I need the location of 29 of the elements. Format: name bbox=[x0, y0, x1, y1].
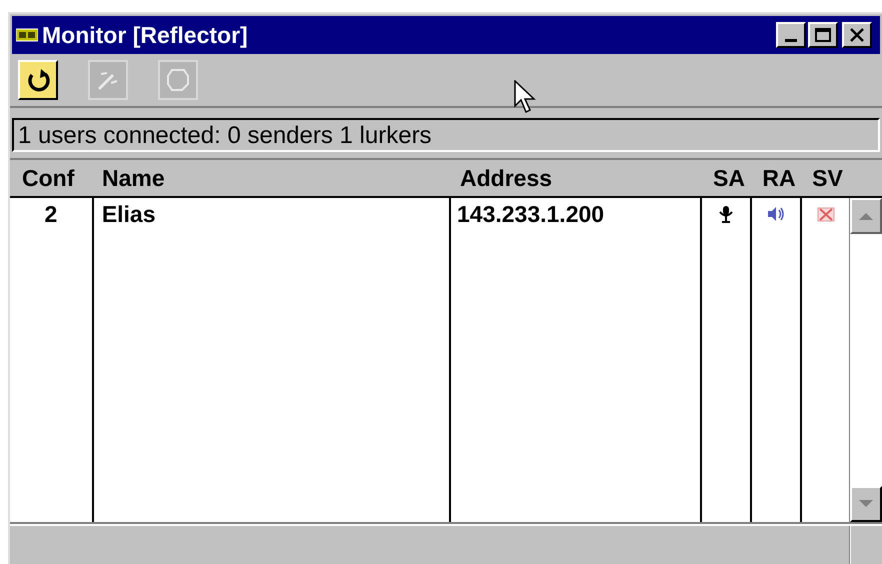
table-cell-text: Elias bbox=[100, 200, 157, 229]
minimize-button[interactable] bbox=[776, 22, 806, 48]
cursor-icon bbox=[514, 80, 538, 114]
minimize-icon bbox=[785, 39, 797, 42]
refresh-button[interactable] bbox=[18, 60, 58, 100]
octagon-icon bbox=[165, 67, 191, 93]
maximize-button[interactable] bbox=[808, 22, 838, 48]
scrollbar[interactable] bbox=[849, 198, 882, 522]
column-header[interactable]: RA bbox=[754, 160, 804, 196]
table-cell-text: 143.233.1.200 bbox=[456, 200, 606, 229]
column-header[interactable]: Conf bbox=[10, 160, 94, 196]
column-header[interactable]: SA bbox=[704, 160, 754, 196]
window-title: Monitor [Reflector] bbox=[42, 20, 249, 50]
close-icon bbox=[850, 28, 864, 42]
connection-status: 1 users connected: 0 senders 1 lurkers bbox=[12, 118, 880, 152]
camera-off-icon bbox=[816, 205, 836, 223]
column-header[interactable]: Name bbox=[94, 160, 452, 196]
up-arrow-icon bbox=[859, 212, 874, 220]
close-button[interactable] bbox=[842, 22, 872, 48]
maximize-icon bbox=[815, 28, 831, 42]
column-header[interactable]: SV bbox=[804, 160, 851, 196]
scroll-up-button[interactable] bbox=[850, 198, 882, 234]
down-arrow-icon bbox=[859, 500, 874, 508]
scroll-down-button[interactable] bbox=[850, 486, 882, 522]
table-cell-text: 2 bbox=[44, 200, 58, 229]
column-header[interactable]: Address bbox=[452, 160, 704, 196]
speaker-icon bbox=[767, 206, 786, 222]
microphone-icon bbox=[719, 205, 734, 223]
app-icon bbox=[16, 27, 38, 43]
